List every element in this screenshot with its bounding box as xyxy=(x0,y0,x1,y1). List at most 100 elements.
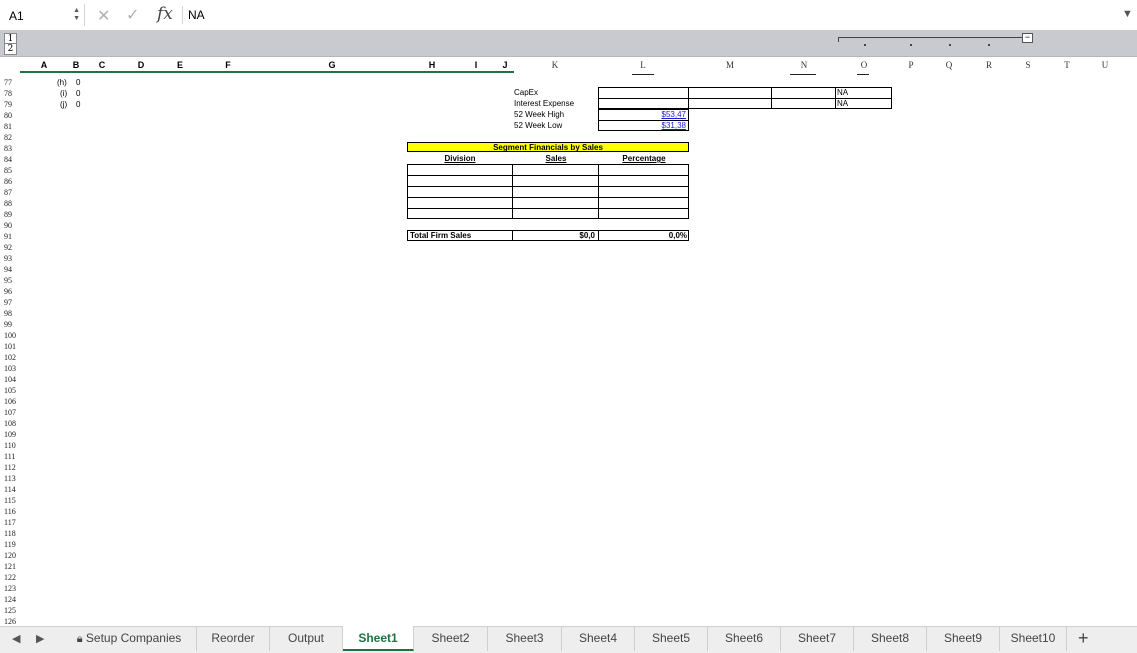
collapse-group-button[interactable]: − xyxy=(1022,33,1033,43)
row-header[interactable]: 78 xyxy=(4,88,20,99)
row-header[interactable]: 92 xyxy=(4,242,20,253)
name-box-value[interactable]: A1 xyxy=(9,9,24,23)
row-header[interactable]: 108 xyxy=(4,418,20,429)
cell-value-interest-expense[interactable]: NA xyxy=(837,99,848,109)
row-header[interactable]: 119 xyxy=(4,539,20,550)
cell-value[interactable]: 0 xyxy=(76,100,80,110)
row-header[interactable]: 86 xyxy=(4,176,20,187)
row-header[interactable]: 82 xyxy=(4,132,20,143)
cell-value[interactable]: 0 xyxy=(76,78,80,88)
row-header[interactable]: 116 xyxy=(4,506,20,517)
row-header[interactable]: 104 xyxy=(4,374,20,385)
row-header[interactable]: 121 xyxy=(4,561,20,572)
cell-value[interactable]: 0 xyxy=(76,89,80,99)
outline-level-2-button[interactable]: 2 xyxy=(4,43,17,55)
cell-label-capex[interactable]: CapEx xyxy=(514,88,538,98)
cell-label[interactable]: (i) xyxy=(60,89,67,99)
cell-label-interest-expense[interactable]: Interest Expense xyxy=(514,99,574,109)
row-header[interactable]: 98 xyxy=(4,308,20,319)
cell-label-52-week-high[interactable]: 52 Week High xyxy=(514,110,564,120)
row-header[interactable]: 105 xyxy=(4,385,20,396)
segment-table-grid[interactable] xyxy=(407,164,689,219)
tab-output[interactable]: Output xyxy=(270,626,343,651)
column-header[interactable]: K xyxy=(547,57,563,73)
confirm-icon[interactable]: ✓ xyxy=(126,5,139,25)
row-header[interactable]: 83 xyxy=(4,143,20,154)
tab-reorder[interactable]: Reorder xyxy=(197,626,270,651)
row-header[interactable]: 80 xyxy=(4,110,20,121)
tab-sheet8[interactable]: Sheet8 xyxy=(854,626,927,651)
row-header[interactable]: 90 xyxy=(4,220,20,231)
tab-sheet4[interactable]: Sheet4 xyxy=(562,626,635,651)
row-header[interactable]: 124 xyxy=(4,594,20,605)
tab-sheet9[interactable]: Sheet9 xyxy=(927,626,1000,651)
row-header[interactable]: 94 xyxy=(4,264,20,275)
cell-value-52-week-low[interactable]: $31,38 xyxy=(598,121,686,131)
row-header[interactable]: 106 xyxy=(4,396,20,407)
column-header[interactable]: T xyxy=(1059,57,1075,73)
column-header[interactable]: Q xyxy=(941,57,957,73)
cancel-icon[interactable]: ✕ xyxy=(97,6,110,26)
add-sheet-button[interactable]: + xyxy=(1078,628,1089,649)
row-header[interactable]: 117 xyxy=(4,517,20,528)
row-header[interactable]: 77 xyxy=(4,77,20,88)
segment-header-percentage[interactable]: Percentage xyxy=(599,154,689,164)
segment-total-label[interactable]: Total Firm Sales xyxy=(410,231,471,241)
row-header[interactable]: 125 xyxy=(4,605,20,616)
column-header[interactable]: U xyxy=(1097,57,1113,73)
column-header[interactable]: P xyxy=(903,57,919,73)
row-header[interactable]: 114 xyxy=(4,484,20,495)
row-header[interactable]: 93 xyxy=(4,253,20,264)
column-header[interactable]: N xyxy=(796,57,812,73)
tab-sheet5[interactable]: Sheet5 xyxy=(635,626,708,651)
name-box[interactable]: A1 ▲ ▼ xyxy=(2,4,85,26)
row-header[interactable]: 89 xyxy=(4,209,20,220)
column-header[interactable]: R xyxy=(981,57,997,73)
tab-sheet6[interactable]: Sheet6 xyxy=(708,626,781,651)
row-header[interactable]: 79 xyxy=(4,99,20,110)
formula-input[interactable]: NA xyxy=(188,8,205,22)
row-header[interactable]: 97 xyxy=(4,297,20,308)
row-header[interactable]: 84 xyxy=(4,154,20,165)
row-header[interactable]: 122 xyxy=(4,572,20,583)
row-header[interactable]: 120 xyxy=(4,550,20,561)
segment-header-division[interactable]: Division xyxy=(407,154,513,164)
tab-sheet10[interactable]: Sheet10 xyxy=(1000,626,1067,651)
cell-label[interactable]: (j) xyxy=(60,100,67,110)
tab-sheet3[interactable]: Sheet3 xyxy=(488,626,562,651)
column-header[interactable]: S xyxy=(1020,57,1036,73)
column-header[interactable]: M xyxy=(722,57,738,73)
row-header[interactable]: 118 xyxy=(4,528,20,539)
row-header[interactable]: 100 xyxy=(4,330,20,341)
row-header[interactable]: 85 xyxy=(4,165,20,176)
row-header[interactable]: 99 xyxy=(4,319,20,330)
tab-sheet1[interactable]: Sheet1 xyxy=(343,626,414,651)
row-header[interactable]: 110 xyxy=(4,440,20,451)
row-header[interactable]: 95 xyxy=(4,275,20,286)
cell-value-52-week-high[interactable]: $53,47 xyxy=(598,110,686,120)
row-header[interactable]: 115 xyxy=(4,495,20,506)
row-header[interactable]: 81 xyxy=(4,121,20,132)
column-header[interactable]: L xyxy=(635,57,651,73)
cell-label[interactable]: (h) xyxy=(57,78,67,88)
row-header[interactable]: 123 xyxy=(4,583,20,594)
segment-total-sales[interactable]: $0,0 xyxy=(513,231,595,241)
cell-value-capex[interactable]: NA xyxy=(837,88,848,98)
row-header[interactable]: 111 xyxy=(4,451,20,462)
chevron-down-icon[interactable]: ▼ xyxy=(1122,8,1133,20)
row-header[interactable]: 87 xyxy=(4,187,20,198)
scroll-left-icon[interactable]: ◀ xyxy=(12,632,20,645)
row-header[interactable]: 88 xyxy=(4,198,20,209)
row-header[interactable]: 102 xyxy=(4,352,20,363)
cell-label-52-week-low[interactable]: 52 Week Low xyxy=(514,121,562,131)
tab-sheet7[interactable]: Sheet7 xyxy=(781,626,854,651)
segment-header-sales[interactable]: Sales xyxy=(513,154,599,164)
row-header[interactable]: 112 xyxy=(4,462,20,473)
row-header[interactable]: 103 xyxy=(4,363,20,374)
row-header[interactable]: 91 xyxy=(4,231,20,242)
row-header[interactable]: 109 xyxy=(4,429,20,440)
tab-sheet2[interactable]: Sheet2 xyxy=(414,626,488,651)
tab-setup-companies[interactable]: 🔒︎ Setup Companies xyxy=(62,626,197,651)
function-icon[interactable]: fx xyxy=(157,4,173,24)
row-header[interactable]: 113 xyxy=(4,473,20,484)
